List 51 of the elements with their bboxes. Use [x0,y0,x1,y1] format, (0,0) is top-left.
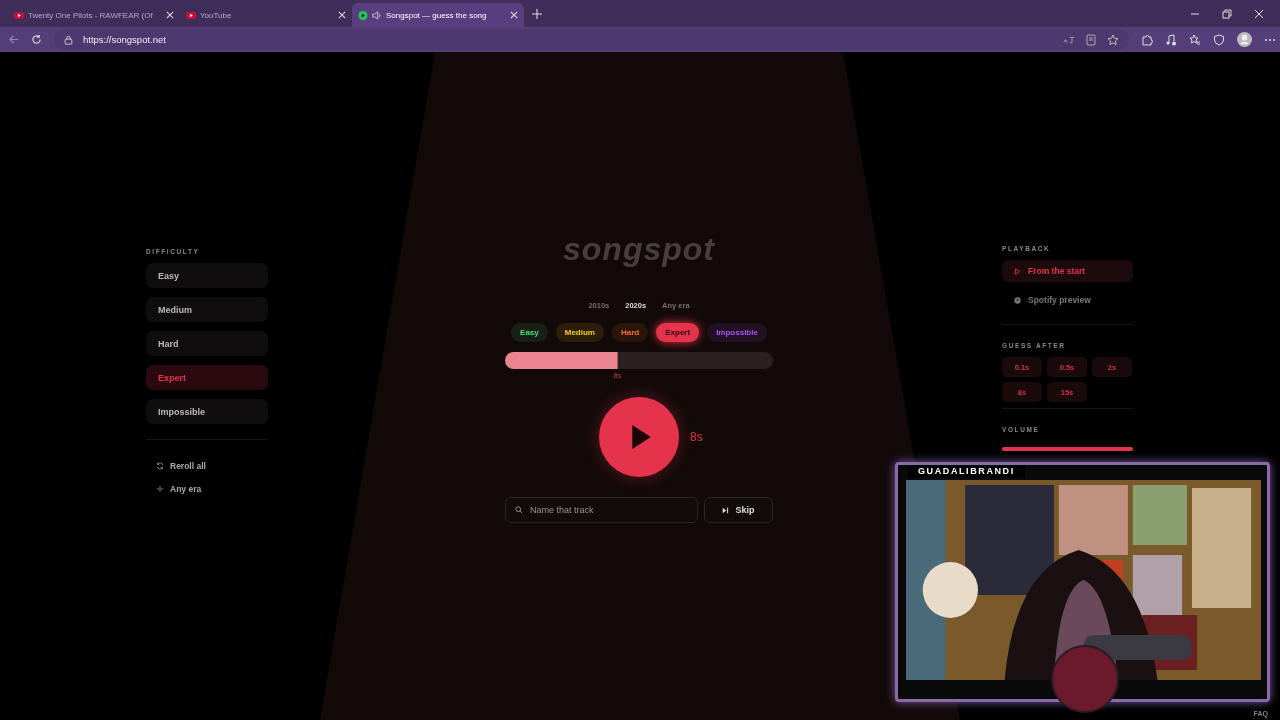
playback-option[interactable]: Spotify preview [1002,289,1133,311]
star-icon[interactable] [1107,33,1119,46]
play-icon [630,424,652,450]
skip-icon [722,506,730,514]
play-icon [358,10,368,20]
lock-icon [64,34,73,45]
difficulty-pill[interactable]: Expert [656,323,700,342]
browser-tab[interactable]: YouTube [180,3,352,27]
difficulty-option[interactable]: Hard [146,331,268,356]
difficulty-option[interactable]: Impossible [146,399,268,424]
difficulty-pill[interactable]: Impossible [707,323,767,342]
browser-tab[interactable]: Twenty One Pilots - RAWFEAR (Of [8,3,180,27]
browser-tab[interactable]: Songspot — guess the song [352,3,524,27]
difficulty-option[interactable]: Easy [146,263,268,288]
address-field[interactable]: https://songspot.net [54,29,1129,50]
search-field[interactable]: Name that track [505,497,698,523]
action-link[interactable]: Reroll all [170,460,206,471]
circle-icon [1014,296,1021,304]
profile-avatar[interactable] [1237,32,1252,47]
search-icon [515,506,523,514]
reload-icon[interactable] [31,34,42,45]
close-icon[interactable] [338,11,346,19]
play-icon [1014,267,1021,275]
video-icon [14,10,24,20]
difficulty-option[interactable]: Medium [146,297,268,322]
puzzle-icon[interactable] [1141,33,1153,46]
reader-icon[interactable] [1085,33,1097,46]
restore-icon[interactable] [1222,8,1232,19]
favorites-icon[interactable] [1189,33,1201,46]
close-icon[interactable] [166,11,174,19]
action-link[interactable]: Any era [170,483,202,494]
logo: songspot [563,231,715,269]
difficulty-pill[interactable]: Easy [511,323,548,342]
duration-label: 8s [690,430,703,444]
skip-button[interactable]: Skip [704,497,773,523]
shield-icon[interactable] [1213,33,1225,46]
avatar [1051,645,1119,713]
back-icon[interactable] [8,34,19,45]
split-icon [156,484,164,493]
difficulty-pill[interactable]: Medium [555,323,604,342]
speaker-icon[interactable] [372,10,382,20]
streamer-name: GUADALIBRANDI [908,465,1025,478]
playback-option[interactable]: From the start [1002,260,1133,282]
close-icon[interactable] [1254,8,1264,19]
video-icon [186,10,196,20]
difficulty-pill[interactable]: Hard [612,323,649,342]
new-tab-icon[interactable] [532,8,542,19]
close-icon[interactable] [510,11,518,19]
refresh-icon [156,461,164,470]
difficulty-option[interactable]: Expert [146,365,268,390]
music-icon[interactable] [1165,33,1177,46]
